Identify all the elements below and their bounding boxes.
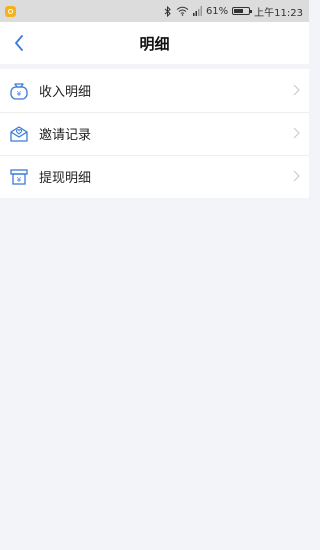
battery-icon <box>232 7 253 15</box>
detail-menu: ¥ 收入明细 邀请记录 ¥ 提现明细 <box>0 69 309 198</box>
withdraw-icon: ¥ <box>9 167 29 187</box>
menu-item-label: 收入明细 <box>39 85 92 100</box>
svg-text:¥: ¥ <box>17 176 22 184</box>
bluetooth-icon <box>164 5 172 17</box>
wifi-icon <box>176 6 189 16</box>
menu-item-withdraw-details[interactable]: ¥ 提现明细 <box>0 155 309 198</box>
chevron-right-icon <box>293 84 300 96</box>
menu-item-income-details[interactable]: ¥ 收入明细 <box>0 69 309 112</box>
nav-bar: 明细 <box>0 22 309 64</box>
page-title: 明细 <box>139 34 170 53</box>
signal-icon <box>192 6 202 16</box>
menu-item-label: 提现明细 <box>39 171 92 186</box>
income-bag-icon: ¥ <box>9 81 29 101</box>
chevron-left-icon <box>15 35 23 51</box>
back-button[interactable] <box>8 31 30 55</box>
status-bar: 61% 上午11:23 <box>0 0 309 22</box>
battery-percent: 61% <box>205 5 229 17</box>
chevron-right-icon <box>293 127 300 139</box>
menu-item-invite-records[interactable]: 邀请记录 <box>0 112 309 155</box>
invite-envelope-icon <box>9 124 29 144</box>
status-time: 上午11:23 <box>254 7 303 19</box>
svg-text:¥: ¥ <box>17 90 22 98</box>
app-notification-icon <box>5 5 16 17</box>
menu-item-label: 邀请记录 <box>39 128 92 143</box>
chevron-right-icon <box>293 170 300 182</box>
